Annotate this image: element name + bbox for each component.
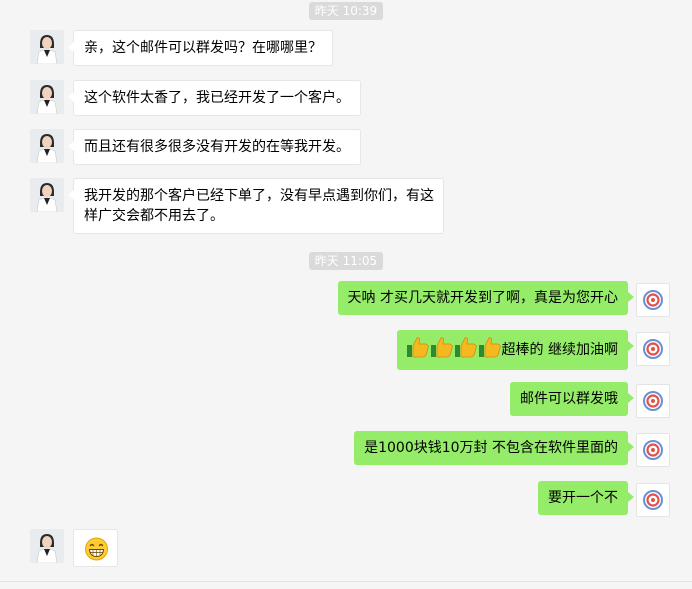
message-bubble[interactable]: 超棒的 继续加油啊 [396, 330, 635, 370]
message-text: 要开一个不 [548, 490, 618, 506]
thumbs-up-icon [430, 336, 454, 364]
message-bubble[interactable]: 这个软件太香了，我已经开发了一个客户。 [68, 80, 361, 116]
red-blue-logo-avatar-icon [643, 290, 663, 310]
self-avatar[interactable] [636, 283, 670, 317]
timestamp-label: 昨天 11:05 [308, 252, 384, 270]
timestamp: 昨天 11:05 [0, 250, 692, 270]
contact-avatar[interactable] [30, 529, 64, 563]
self-avatar[interactable] [636, 483, 670, 517]
red-blue-logo-avatar-icon [643, 490, 663, 510]
self-avatar[interactable] [636, 332, 670, 366]
chat-window: 昨天 10:39 亲，这个邮件可以群发吗？在哪哪里？ 这个软件太香了，我已经开发… [0, 0, 692, 589]
message-text: 亲，这个邮件可以群发吗？在哪哪里？ [84, 40, 322, 56]
contact-avatar[interactable] [30, 80, 64, 114]
message-text: 而且还有很多很多没有开发的在等我开发。 [84, 139, 350, 155]
message-text-line: 样广交会都不用去了。 [84, 208, 224, 224]
woman-doctor-avatar-icon [30, 129, 64, 163]
woman-doctor-avatar-icon [30, 80, 64, 114]
red-blue-logo-avatar-icon [643, 391, 663, 411]
message-text: 这个软件太香了，我已经开发了一个客户。 [84, 90, 350, 106]
grinning-face-icon [85, 537, 108, 561]
message-bubble[interactable]: 要开一个不 [538, 481, 634, 515]
timestamp-label: 昨天 10:39 [308, 2, 384, 20]
message-text: 天呐 才买几天就开发到了啊，真是为您开心 [347, 290, 618, 306]
contact-avatar[interactable] [30, 129, 64, 163]
woman-doctor-avatar-icon [30, 529, 64, 563]
red-blue-logo-avatar-icon [643, 339, 663, 359]
divider [0, 581, 692, 582]
timestamp: 昨天 10:39 [0, 0, 692, 20]
self-avatar[interactable] [636, 433, 670, 467]
message-bubble[interactable]: 亲，这个邮件可以群发吗？在哪哪里？ [68, 30, 333, 66]
message-bubble[interactable]: 而且还有很多很多没有开发的在等我开发。 [68, 129, 361, 165]
contact-avatar[interactable] [30, 30, 64, 64]
thumbs-up-icon [454, 336, 478, 364]
woman-doctor-avatar-icon [30, 30, 64, 64]
message-bubble[interactable]: 是1000块钱10万封 不包含在软件里面的 [354, 431, 634, 465]
woman-doctor-avatar-icon [30, 178, 64, 212]
red-blue-logo-avatar-icon [643, 440, 663, 460]
message-bubble[interactable]: 我开发的那个客户已经下单了，没有早点遇到你们，有这 样广交会都不用去了。 [68, 178, 444, 234]
contact-avatar[interactable] [30, 178, 64, 212]
thumbs-up-icon [478, 336, 502, 364]
thumbs-up-icon [406, 336, 430, 364]
message-bubble[interactable]: 邮件可以群发哦 [510, 382, 634, 416]
message-text-line: 我开发的那个客户已经下单了，没有早点遇到你们，有这 [84, 188, 434, 204]
message-bubble[interactable] [73, 529, 118, 567]
self-avatar[interactable] [636, 384, 670, 418]
message-text: 是1000块钱10万封 不包含在软件里面的 [364, 440, 618, 456]
message-text: 超棒的 继续加油啊 [501, 342, 618, 358]
message-text: 邮件可以群发哦 [520, 391, 618, 407]
message-bubble[interactable]: 天呐 才买几天就开发到了啊，真是为您开心 [337, 281, 635, 315]
